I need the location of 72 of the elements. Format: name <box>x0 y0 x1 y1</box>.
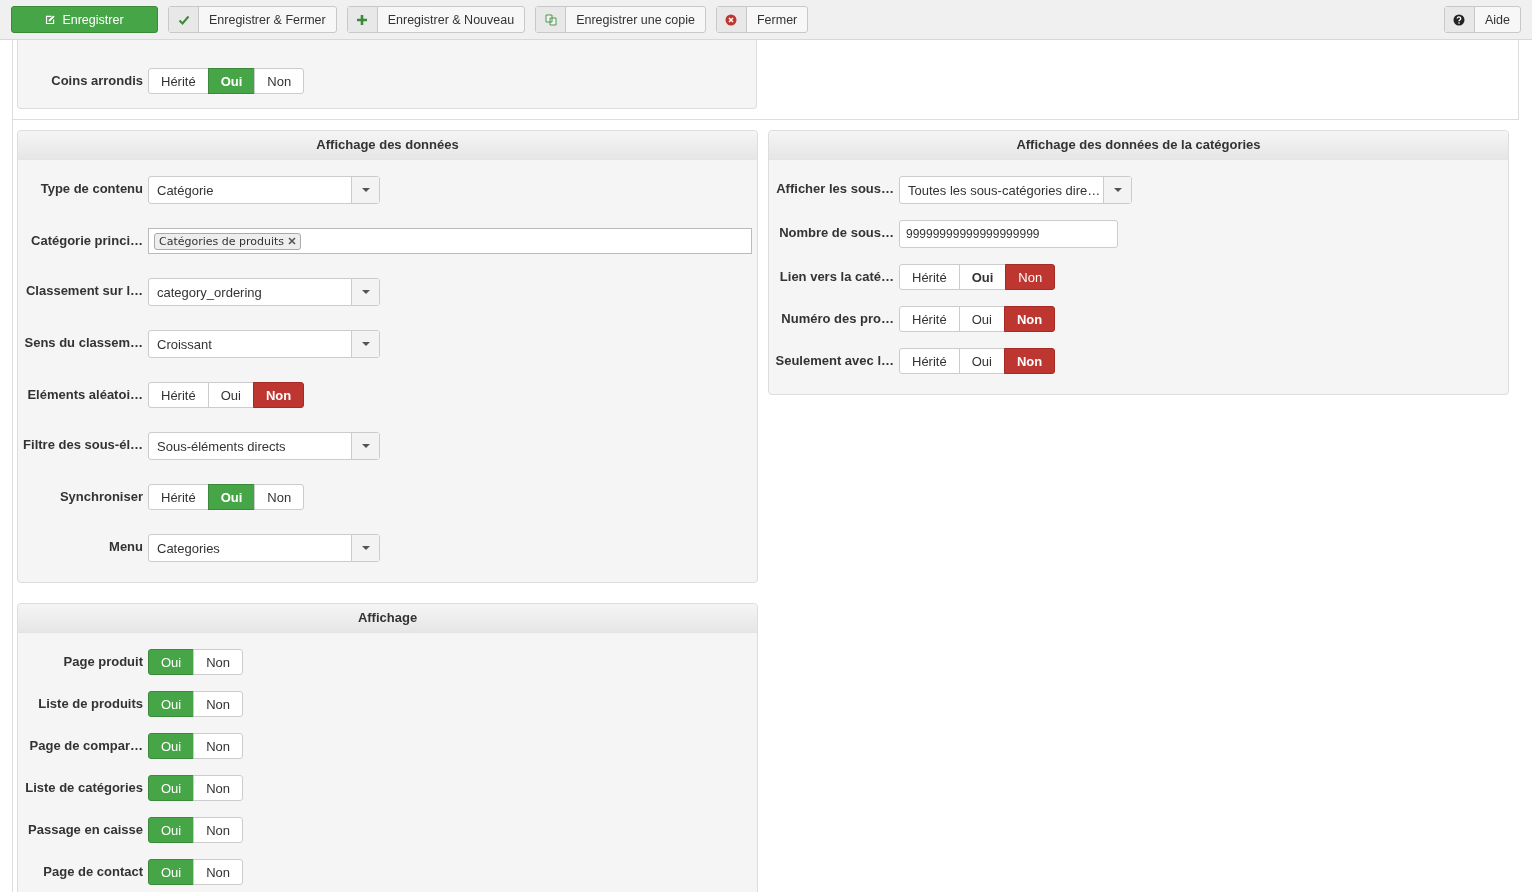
toggle-option[interactable]: Hérité <box>899 348 960 374</box>
field-label: Type de contenu <box>39 180 143 196</box>
toggle-option[interactable]: Hérité <box>148 68 209 94</box>
toggle-option[interactable]: Oui <box>958 264 1007 290</box>
field-label: Numéro des pro… <box>780 310 894 326</box>
field-label: Afficher les sous… <box>775 180 894 196</box>
field-label: Page de compar… <box>28 737 143 753</box>
input-field[interactable]: 99999999999999999999 <box>899 220 1118 248</box>
toggle-option[interactable]: Non <box>1003 348 1056 374</box>
field-label: Sens du classem… <box>23 334 143 350</box>
select-field[interactable]: Sous-éléments directs <box>148 432 380 460</box>
field-label: Classement sur l… <box>24 282 143 298</box>
select-field[interactable]: Toutes les sous-catégories dire… <box>899 176 1132 204</box>
toggle-option[interactable]: Oui <box>207 382 254 408</box>
toggle-option[interactable]: Hérité <box>148 382 209 408</box>
toggle-option[interactable]: Non <box>193 775 244 801</box>
toggle-option[interactable]: Non <box>193 817 244 843</box>
remove-icon[interactable] <box>288 237 297 245</box>
field-label: Liste de catégories <box>24 779 143 795</box>
toggle-option[interactable]: Oui <box>958 348 1005 374</box>
caret-icon <box>1113 188 1122 192</box>
toggle-option[interactable]: Non <box>252 382 305 408</box>
close-icon <box>725 13 738 26</box>
toggle-option[interactable]: Non <box>193 649 244 675</box>
caret-icon <box>361 342 370 346</box>
toggle-option[interactable]: Non <box>254 484 305 510</box>
field-label: Eléments aléatoi… <box>26 386 143 402</box>
field-label: Filtre des sous-él… <box>23 436 143 452</box>
tag: Catégories de produits <box>154 232 302 250</box>
toggle-option[interactable]: Non <box>193 691 244 717</box>
field-label: Menu <box>108 538 143 554</box>
select-field[interactable]: Catégorie <box>148 176 380 204</box>
caret-icon <box>361 188 370 192</box>
tags-field[interactable]: Catégories de produits <box>148 228 752 254</box>
toggle-option[interactable]: Hérité <box>899 306 960 332</box>
field-label: Coins arrondis <box>50 72 143 88</box>
toggle-option[interactable]: Non <box>193 859 244 885</box>
help-icon <box>1453 13 1466 26</box>
toggle-option[interactable]: Hérité <box>148 484 209 510</box>
toolbar-button[interactable]: Enregistrer & Nouveau <box>346 6 526 33</box>
caret-icon <box>361 444 370 448</box>
panel-title: Affichage des données <box>18 131 757 160</box>
caret-icon <box>361 290 370 294</box>
field-label: Lien vers la caté… <box>778 268 894 284</box>
field-label: Nombre de sous… <box>778 224 894 240</box>
toggle-option[interactable]: Oui <box>958 306 1005 332</box>
toggle-option[interactable]: Non <box>254 68 305 94</box>
copy-icon <box>544 13 557 26</box>
caret-icon <box>361 546 370 550</box>
field-label: Page de contact <box>42 863 143 879</box>
check-icon <box>177 13 190 26</box>
toggle-option[interactable]: Hérité <box>899 264 960 290</box>
help-button[interactable]: Aide <box>1443 6 1521 33</box>
select-field[interactable]: category_ordering <box>148 278 380 306</box>
field-label: Seulement avec l… <box>774 352 894 368</box>
panel-title: Affichage <box>18 604 757 633</box>
edit-icon <box>45 14 57 25</box>
plus-icon <box>356 13 369 26</box>
field-label: Catégorie princi… <box>30 232 143 248</box>
field-label: Passage en caisse <box>27 821 143 837</box>
toolbar-button[interactable]: Enregistrer & Fermer <box>168 6 337 33</box>
panel-title: Affichage des données de la catégories <box>769 131 1508 160</box>
toggle-option[interactable]: Non <box>193 733 244 759</box>
field-label: Liste de produits <box>37 695 143 711</box>
toggle-option[interactable]: Non <box>1003 306 1056 332</box>
toggle-option[interactable]: Non <box>1005 264 1056 290</box>
select-field[interactable]: Categories <box>148 534 380 562</box>
toolbar-button[interactable]: Fermer <box>716 6 809 33</box>
field-label: Page produit <box>62 653 143 669</box>
toolbar-button[interactable]: Enregistrer une copie <box>535 6 706 33</box>
select-field[interactable]: Croissant <box>148 330 380 358</box>
field-label: Synchroniser <box>58 488 143 504</box>
